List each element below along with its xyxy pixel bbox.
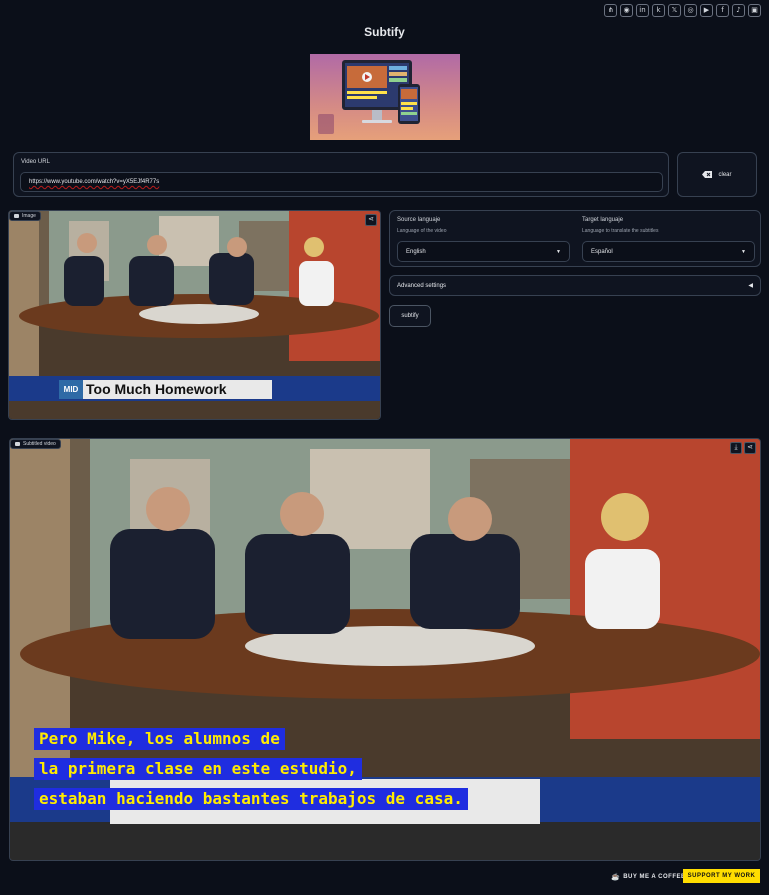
image-panel: MID Too Much Homework Image ⋖ (8, 210, 381, 420)
social-links: ⋔ ◉ in k 𝕏 ◎ ▶ f ♪ ▣ (604, 4, 761, 17)
lower-third-text: Too Much Homework (86, 381, 227, 397)
dropdown-arrow-icon: ▼ (741, 248, 746, 255)
kaggle-icon[interactable]: k (652, 4, 665, 17)
source-language-select[interactable]: English ▼ (397, 241, 570, 262)
source-language-value: English (406, 248, 426, 255)
github-icon[interactable]: ◉ (620, 4, 633, 17)
target-language-label: Target languaje (582, 217, 624, 223)
subtitle-line-2: la primera clase en este estudio, (34, 758, 362, 780)
source-language-help: Language of the video (397, 228, 447, 234)
target-language-select[interactable]: Español ▼ (582, 241, 755, 262)
collapse-arrow-icon: ◀ (748, 283, 753, 289)
share-icon[interactable]: ⋖ (744, 442, 756, 454)
x-icon[interactable]: 𝕏 (668, 4, 681, 17)
clear-label: clear (718, 171, 732, 178)
target-language-help: Language to translate the subtitles (582, 228, 659, 234)
app-title: Subtify (364, 25, 405, 39)
youtube-icon[interactable]: ▶ (700, 4, 713, 17)
video-label-tag: Subtitled video (10, 439, 61, 449)
video-label: Subtitled video (23, 441, 56, 447)
dropdown-arrow-icon: ▼ (556, 248, 561, 255)
instagram-icon[interactable]: ◎ (684, 4, 697, 17)
url-input[interactable]: https://www.youtube.com/watch?v=yX5EJf4R… (20, 172, 663, 192)
language-panel: Source languaje Language of the video En… (389, 210, 761, 267)
support-my-work-button[interactable]: SUPPORT MY WORK (683, 869, 760, 883)
twitch-icon[interactable]: ▣ (748, 4, 761, 17)
facebook-icon[interactable]: f (716, 4, 729, 17)
clear-button[interactable]: clear (677, 152, 757, 197)
buy-coffee-link[interactable]: ☕ BUY ME A COFFEE (611, 873, 686, 881)
video-panel: Subtitled video ⤓ ⋖ Pero Mike, los alumn… (9, 438, 761, 861)
advanced-settings-label: Advanced settings (397, 282, 447, 289)
source-language-label: Source languaje (397, 217, 441, 223)
image-icon (14, 214, 19, 218)
app-banner-image (310, 54, 460, 140)
subtitle-line-1: Pero Mike, los alumnos de (34, 728, 285, 750)
tiktok-icon[interactable]: ♪ (732, 4, 745, 17)
download-icon[interactable]: ⤓ (730, 442, 742, 454)
image-label-tag: Image (9, 211, 41, 221)
coffee-icon: ☕ (611, 874, 621, 881)
linkedin-icon[interactable]: in (636, 4, 649, 17)
subtify-button[interactable]: subtify (389, 305, 431, 327)
url-value: https://www.youtube.com/watch?v=yX5EJf4R… (29, 179, 160, 185)
share-icon[interactable]: ⋖ (365, 214, 377, 226)
advanced-settings-accordion[interactable]: Advanced settings ◀ (389, 275, 761, 296)
lower-third-logo: MID (59, 380, 83, 399)
sitemap-icon[interactable]: ⋔ (604, 4, 617, 17)
target-language-value: Español (591, 248, 613, 255)
image-label: Image (22, 213, 36, 219)
video-icon (15, 442, 20, 446)
url-label: Video URL (21, 159, 50, 165)
subtitle-line-3: estaban haciendo bastantes trabajos de c… (34, 788, 468, 810)
backspace-icon (702, 171, 713, 178)
url-panel: Video URL https://www.youtube.com/watch?… (13, 152, 669, 197)
buy-coffee-label: BUY ME A COFFEE (623, 874, 686, 880)
